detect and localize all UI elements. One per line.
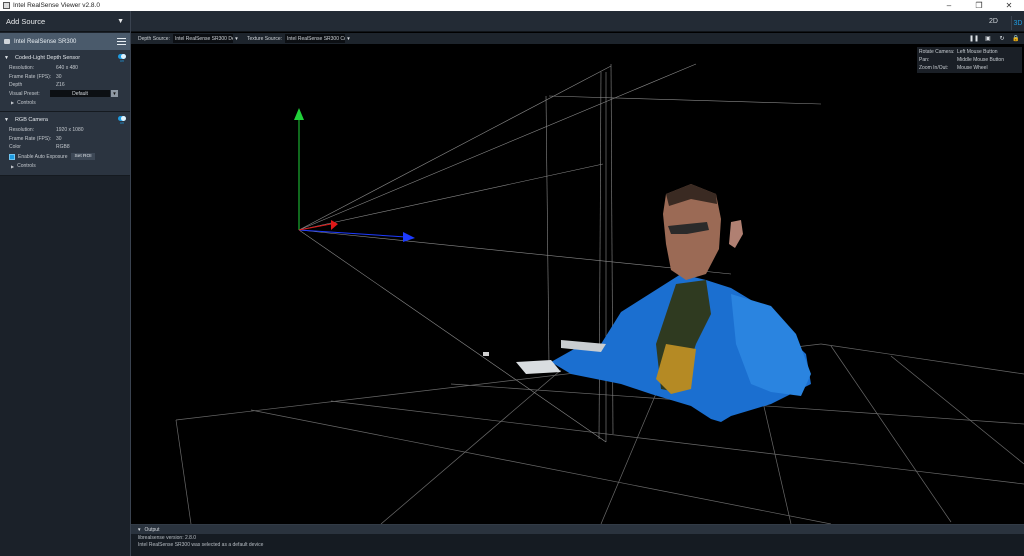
- depth-sensor-panel: ▼ Coded-Light Depth Sensor on Resolution…: [0, 50, 130, 112]
- depth-fps-row[interactable]: Frame Rate (FPS): 30: [0, 73, 130, 82]
- depth-controls-toggle[interactable]: ▶ Controls: [0, 98, 130, 107]
- add-source-label: Add Source: [6, 16, 46, 26]
- prop-key: Frame Rate (FPS):: [9, 135, 52, 142]
- minimize-button[interactable]: –: [934, 0, 964, 11]
- device-name: Intel RealSense SR300: [14, 38, 77, 45]
- pause-icon[interactable]: ❚❚: [969, 34, 979, 42]
- auto-exposure-checkbox[interactable]: [9, 153, 15, 160]
- chevron-down-icon: ▼: [232, 34, 240, 43]
- view-2d-button[interactable]: 2D: [989, 18, 998, 25]
- rgb-fps-row[interactable]: Frame Rate (FPS): 30: [0, 135, 130, 144]
- hamburger-menu-icon[interactable]: [117, 38, 126, 45]
- rgb-sensor-name: RGB Camera: [14, 117, 48, 123]
- help-row: Zoom In/Out: Mouse Wheel: [919, 64, 1020, 72]
- prop-key: Resolution:: [9, 127, 35, 134]
- save-icon[interactable]: ▣: [984, 34, 992, 42]
- add-source-button[interactable]: Add Source ▼: [0, 11, 130, 32]
- set-roi-button[interactable]: Set ROI: [71, 153, 95, 160]
- output-title: Output: [144, 526, 160, 533]
- help-control: Mouse Wheel: [957, 65, 988, 71]
- depth-format-row[interactable]: Depth Z16: [0, 81, 130, 90]
- realsense-viewer-window: Intel RealSense Viewer v2.8.0 – ❐ ✕ Add …: [0, 0, 1024, 556]
- lock-icon[interactable]: 🔒: [1012, 34, 1020, 42]
- toggle-state-label: on: [120, 120, 124, 125]
- toggle-switch-icon: [118, 115, 126, 121]
- toggle-state-label: on: [120, 58, 124, 63]
- rgb-sensor-toggle[interactable]: on: [118, 115, 126, 125]
- app-icon: [3, 2, 10, 9]
- texture-source-select[interactable]: Intel RealSense SR300 Col ▼: [285, 34, 352, 43]
- view-mode-bar: 2D 3D: [131, 11, 1024, 32]
- depth-sensor-header[interactable]: ▼ Coded-Light Depth Sensor on: [0, 52, 130, 64]
- depth-resolution-row[interactable]: Resolution: 640 x 480: [0, 64, 130, 73]
- prop-key: Depth: [9, 82, 23, 89]
- help-action: Zoom In/Out:: [919, 65, 949, 71]
- texture-source-value: Intel RealSense SR300 Col: [287, 35, 348, 42]
- chevron-down-icon[interactable]: ▼: [111, 90, 118, 98]
- view-3d-button[interactable]: 3D: [1011, 16, 1024, 30]
- prop-key: Resolution:: [9, 65, 35, 72]
- rgb-resolution-row[interactable]: Resolution: 1920 x 1080: [0, 126, 130, 135]
- help-control: Middle Mouse Button: [957, 57, 1004, 63]
- prop-value[interactable]: Z16: [56, 82, 65, 88]
- help-action: Rotate Camera:: [919, 49, 955, 55]
- visual-preset-label: Visual Preset:: [9, 90, 40, 97]
- prop-value[interactable]: RGB8: [56, 144, 70, 150]
- navigation-help: Rotate Camera: Left Mouse Button Pan: Mi…: [917, 47, 1022, 73]
- rgb-sensor-header[interactable]: ▼ RGB Camera on: [0, 114, 130, 126]
- help-control: Left Mouse Button: [957, 49, 998, 55]
- rgb-format-row[interactable]: Color RGB8: [0, 143, 130, 152]
- viewer-tools: ❚❚ ▣ ↻ 🔒: [969, 34, 1020, 42]
- reset-view-icon[interactable]: ↻: [998, 34, 1006, 42]
- triangle-right-icon: ▶: [11, 100, 15, 105]
- triangle-down-icon: ▼: [4, 55, 9, 61]
- depth-source-select[interactable]: Intel RealSense SR300 De ▼: [172, 34, 240, 43]
- depth-source-value: Intel RealSense SR300 De: [174, 35, 235, 42]
- auto-exposure-label: Enable Auto Exposure: [18, 153, 68, 160]
- rgb-controls-toggle[interactable]: ▶ Controls: [0, 162, 130, 171]
- axis-gizmo: [294, 108, 415, 242]
- controls-label: Controls: [17, 163, 36, 169]
- point-cloud-viewport[interactable]: Rotate Camera: Left Mouse Button Pan: Mi…: [131, 44, 1024, 524]
- camera-icon: [4, 39, 10, 44]
- title-bar: Intel RealSense Viewer v2.8.0 – ❐ ✕: [0, 0, 1024, 11]
- window-title: Intel RealSense Viewer v2.8.0: [13, 2, 100, 9]
- log-line: librealsense version: 2.8.0: [138, 534, 197, 541]
- device-header: Intel RealSense SR300: [0, 33, 130, 50]
- depth-sensor-toggle[interactable]: on: [118, 53, 126, 63]
- triangle-down-icon: ▼: [4, 117, 9, 123]
- close-button[interactable]: ✕: [994, 0, 1024, 11]
- controls-label: Controls: [17, 99, 36, 106]
- prop-key: Frame Rate (FPS):: [9, 73, 52, 80]
- viewer-source-bar: Depth Source: Intel RealSense SR300 De ▼…: [131, 33, 1024, 44]
- chevron-down-icon: ▼: [117, 17, 124, 25]
- rgb-sensor-panel: ▼ RGB Camera on Resolution: 1920 x 1080 …: [0, 112, 130, 176]
- triangle-right-icon: ▶: [11, 163, 15, 169]
- texture-source-label: Texture Source:: [246, 35, 282, 42]
- output-header[interactable]: ▼ Output: [131, 525, 1024, 534]
- device-sidebar: Add Source ▼ Intel RealSense SR300 ▼ Cod…: [0, 11, 131, 556]
- prop-value[interactable]: 640 x 480: [56, 65, 78, 71]
- depth-sensor-name: Coded-Light Depth Sensor: [14, 55, 81, 61]
- prop-value[interactable]: 30: [56, 74, 62, 80]
- visual-preset-select[interactable]: Default: [50, 90, 110, 98]
- prop-key: Color: [9, 144, 21, 151]
- visual-preset-row: Visual Preset: Default ▼: [0, 90, 130, 99]
- output-panel: ▼ Output librealsense version: 2.8.0 Int…: [131, 524, 1024, 556]
- point-cloud-canvas: [175, 63, 1024, 524]
- prop-value[interactable]: 30: [56, 136, 62, 142]
- help-row: Rotate Camera: Left Mouse Button: [919, 48, 1020, 56]
- chevron-down-icon: ▼: [345, 34, 352, 43]
- help-row: Pan: Middle Mouse Button: [919, 56, 1020, 64]
- prop-value[interactable]: 1920 x 1080: [56, 127, 84, 133]
- triangle-down-icon: ▼: [137, 527, 142, 532]
- toggle-switch-icon: [118, 53, 126, 59]
- maximize-button[interactable]: ❐: [964, 0, 994, 11]
- log-line: Intel RealSense SR300 was selected as a …: [138, 542, 264, 549]
- point-cloud-person: [483, 184, 811, 422]
- auto-exposure-row: Enable Auto Exposure Set ROI: [0, 152, 130, 162]
- help-action: Pan:: [919, 57, 930, 63]
- depth-source-label: Depth Source:: [138, 35, 170, 42]
